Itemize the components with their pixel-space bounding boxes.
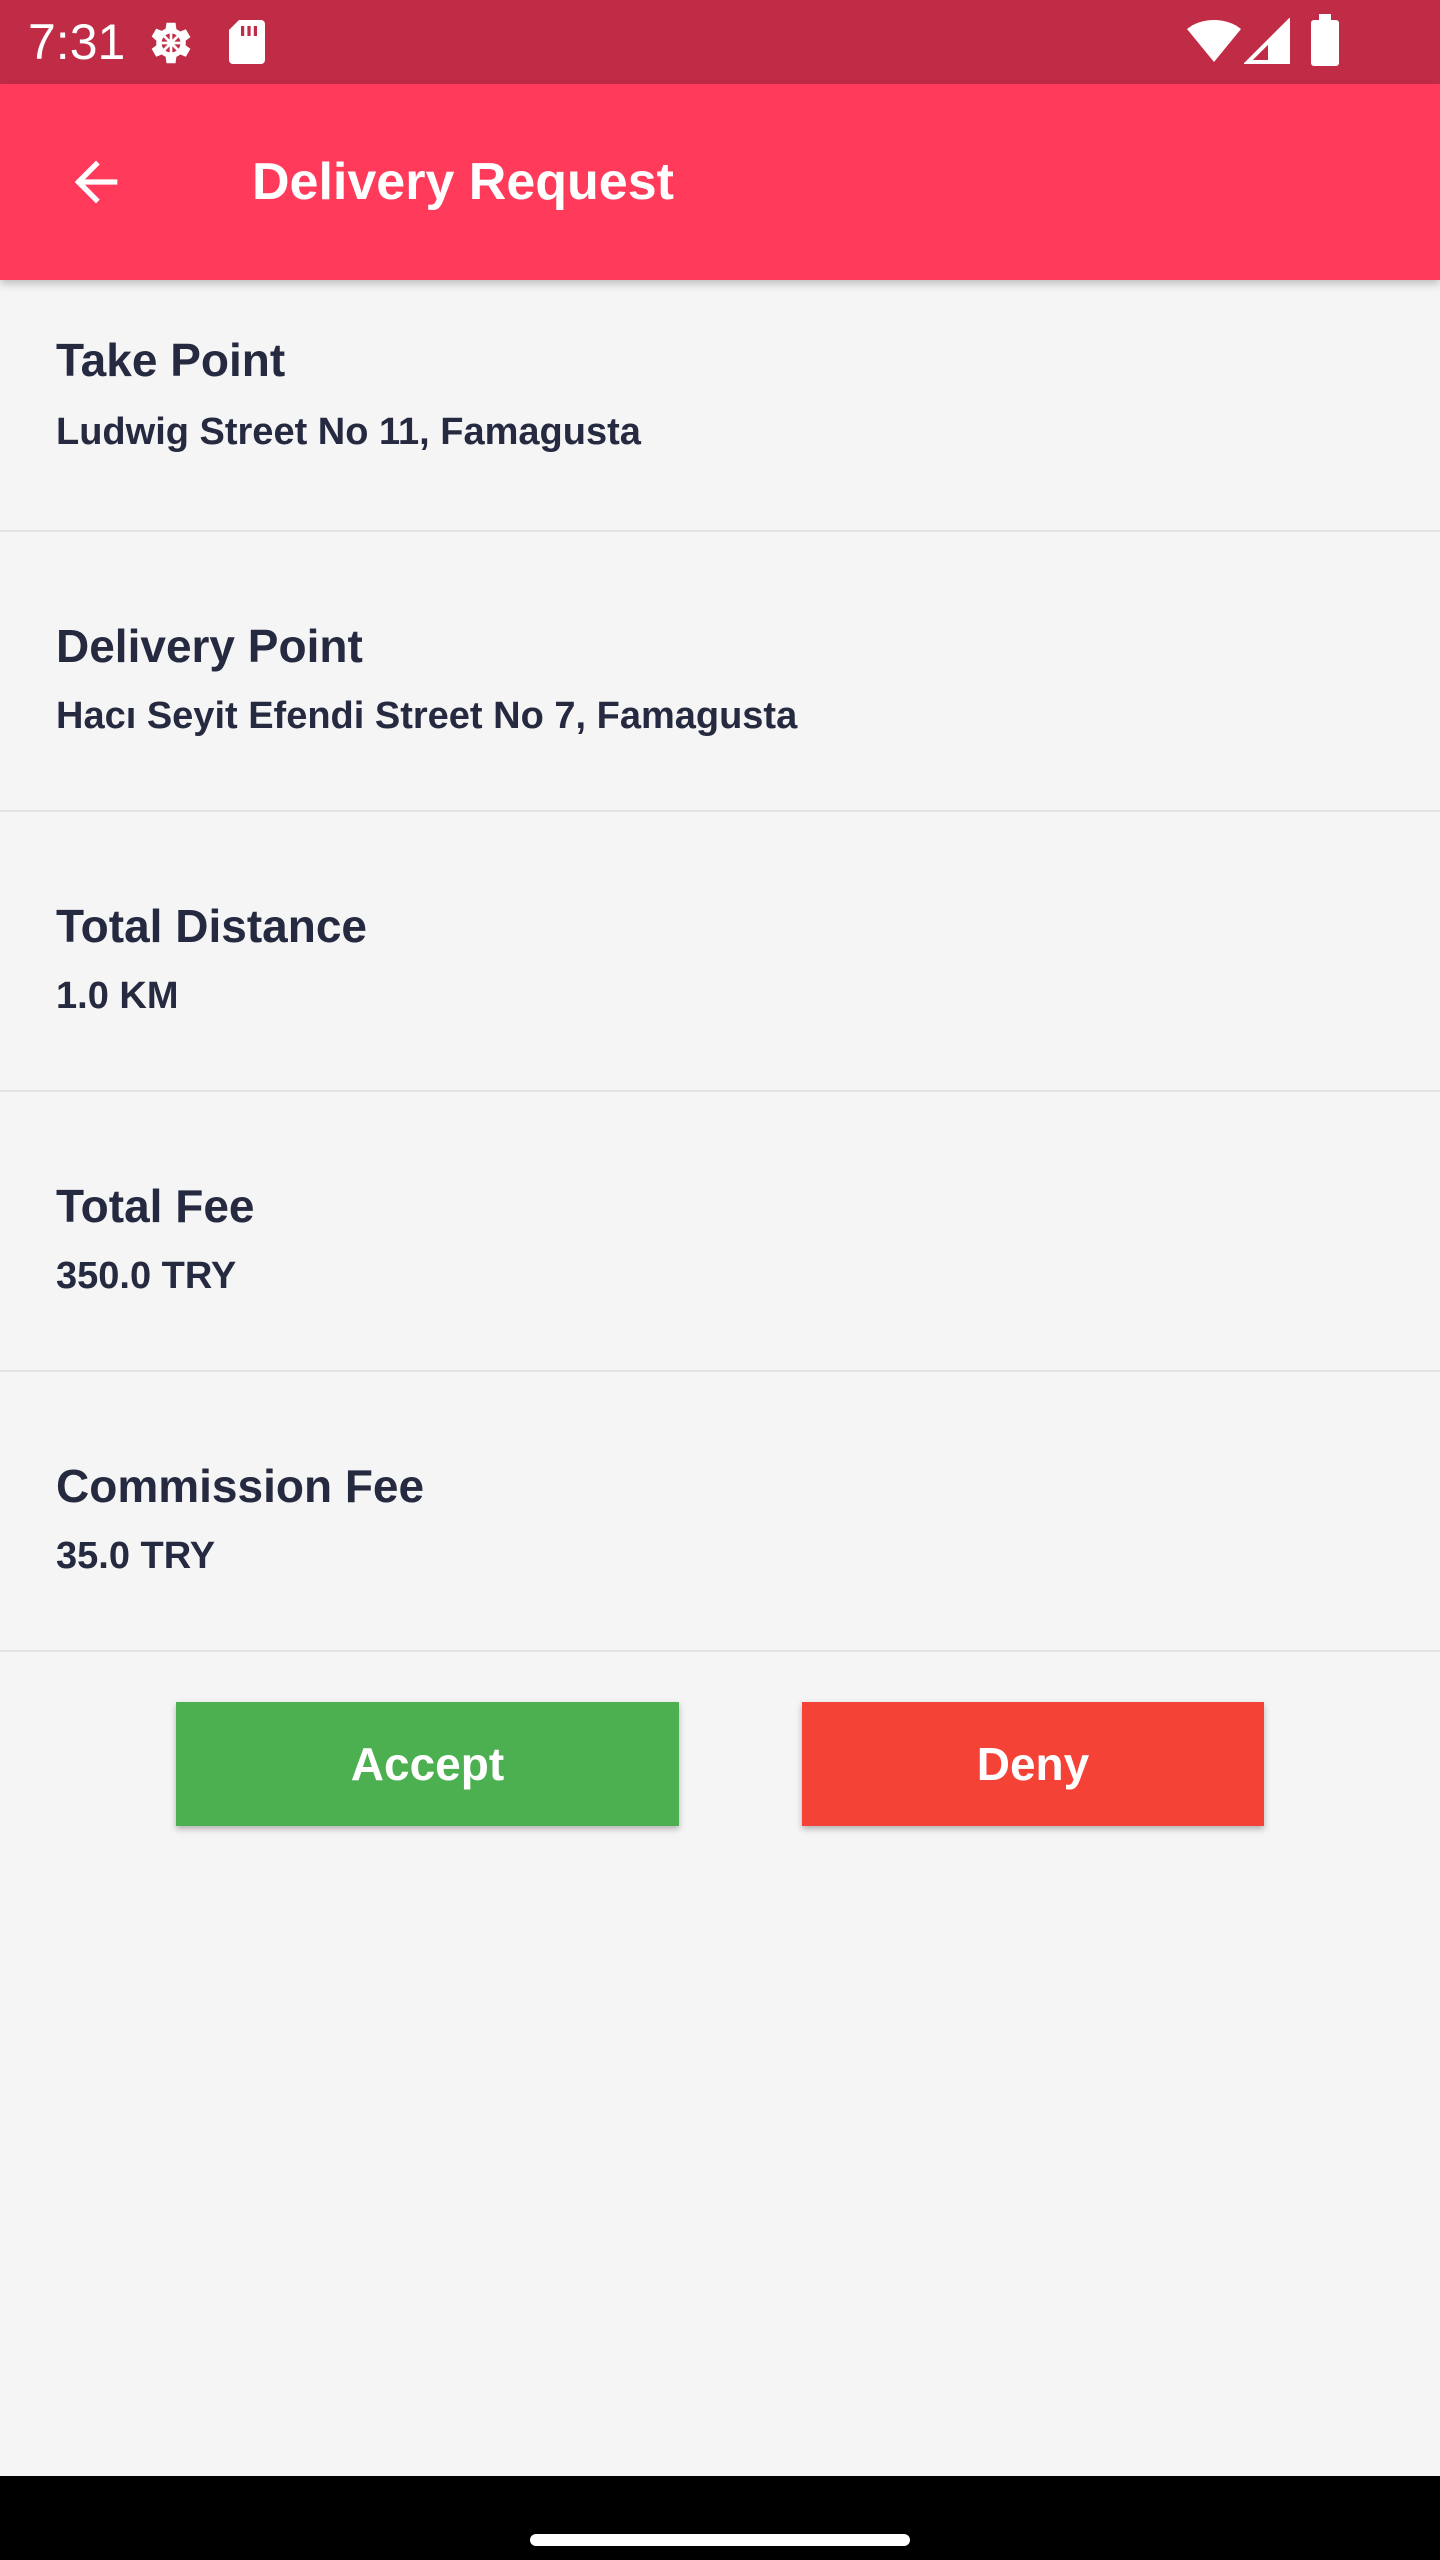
commission-fee-value: 35.0 TRY — [56, 1535, 216, 1577]
accept-button[interactable]: Accept — [176, 1702, 679, 1826]
total-fee-label: Total Fee — [56, 1180, 255, 1232]
total-fee-value: 350.0 TRY — [56, 1255, 237, 1297]
signal-icon — [1244, 18, 1290, 64]
gear-icon — [151, 22, 191, 64]
back-button[interactable] — [54, 140, 138, 224]
delivery-point-label: Delivery Point — [56, 620, 363, 672]
deny-button[interactable]: Deny — [802, 1702, 1264, 1826]
commission-fee-label: Commission Fee — [56, 1460, 425, 1512]
app-bar: Delivery Request — [0, 84, 1440, 280]
delivery-point-row: Delivery Point Hacı Seyit Efendi Street … — [0, 532, 1440, 812]
status-time: 7:31 — [28, 14, 126, 70]
delivery-point-value: Hacı Seyit Efendi Street No 7, Famagusta — [56, 695, 798, 737]
take-point-value: Ludwig Street No 11, Famagusta — [56, 411, 641, 453]
page-title: Delivery Request — [252, 153, 674, 211]
home-gesture-handle[interactable] — [530, 2534, 910, 2546]
total-fee-row: Total Fee 350.0 TRY — [0, 1092, 1440, 1372]
wifi-icon — [1187, 20, 1241, 62]
take-point-row: Take Point Ludwig Street No 11, Famagust… — [0, 280, 1440, 532]
commission-fee-row: Commission Fee 35.0 TRY — [0, 1372, 1440, 1652]
status-bar: 7:31 — [0, 0, 1440, 84]
navigation-bar — [0, 2476, 1440, 2560]
sd-card-icon — [229, 20, 265, 64]
battery-icon — [1311, 14, 1339, 66]
delivery-details-list: Take Point Ludwig Street No 11, Famagust… — [0, 280, 1440, 1652]
total-distance-row: Total Distance 1.0 KM — [0, 812, 1440, 1092]
take-point-label: Take Point — [56, 334, 286, 386]
total-distance-value: 1.0 KM — [56, 975, 179, 1017]
total-distance-label: Total Distance — [56, 900, 367, 952]
arrow-back-icon — [74, 160, 118, 204]
